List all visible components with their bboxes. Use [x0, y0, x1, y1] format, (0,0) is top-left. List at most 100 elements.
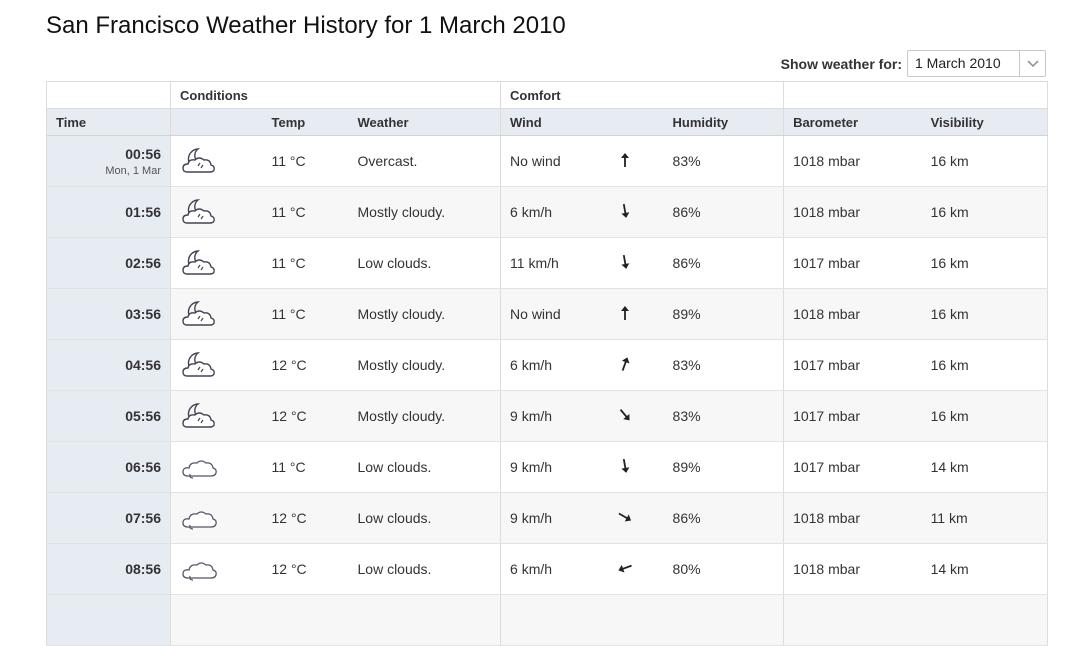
wind-direction-cell — [614, 492, 664, 544]
table-row: 00:56 Mon, 1 Mar 11 °C Overcast. No wind 83% 1… — [46, 135, 1049, 187]
barometer-cell: 1018 mbar — [783, 492, 922, 544]
time-cell: 05:56 — [46, 390, 171, 442]
wind-cell: 6 km/h — [500, 339, 615, 391]
group-header-conditions: Conditions — [169, 81, 501, 109]
wind-direction-cell — [614, 135, 664, 187]
wind-cell: 9 km/h — [500, 390, 615, 442]
time-cell: 04:56 — [46, 339, 171, 391]
col-header-temp: Temp — [262, 108, 349, 136]
temp-cell: 12 °C — [262, 543, 349, 595]
weather-cell: Overcast. — [348, 135, 501, 187]
col-header-wind: Wind — [500, 108, 615, 136]
wind-direction-arrow-icon — [615, 252, 635, 275]
group-header-comfort: Comfort — [500, 81, 784, 109]
temp-cell: 12 °C — [262, 492, 349, 544]
wind-direction-arrow-icon — [615, 201, 635, 224]
barometer-cell — [783, 594, 922, 646]
visibility-cell: 16 km — [921, 288, 1049, 340]
visibility-cell: 16 km — [921, 390, 1049, 442]
page-title: San Francisco Weather History for 1 Marc… — [46, 12, 566, 39]
wind-direction-arrow-icon — [615, 303, 635, 326]
wind-direction-arrow-icon — [615, 507, 635, 530]
humidity-cell — [663, 594, 784, 646]
col-header-time: Time — [46, 108, 171, 136]
weather-cell: Low clouds. — [348, 441, 501, 493]
weather-cell — [348, 594, 501, 646]
humidity-cell: 89% — [663, 288, 784, 340]
wind-direction-cell — [614, 441, 664, 493]
visibility-cell: 16 km — [921, 237, 1049, 289]
table-row: 05:56 12 °C Mostly cloudy. 9 km/h 83% 1017 mb… — [46, 390, 1049, 442]
table-row: 06:56 11 °C Low clouds. 9 km/h 89% 1017 mbar 1… — [46, 441, 1049, 493]
date-select-value[interactable]: 1 March 2010 — [908, 51, 1019, 76]
time-value: 05:56 — [125, 408, 161, 424]
time-value: 02:56 — [125, 255, 161, 271]
humidity-cell: 80% — [663, 543, 784, 595]
cloudy-icon — [170, 492, 263, 544]
col-header-wind-dir — [614, 108, 664, 136]
partly-cloudy-night-icon — [170, 390, 263, 442]
wind-cell: No wind — [500, 135, 615, 187]
date-select[interactable]: 1 March 2010 — [907, 50, 1046, 77]
visibility-cell: 14 km — [921, 441, 1049, 493]
group-header-empty — [46, 81, 171, 109]
weather-cell: Low clouds. — [348, 543, 501, 595]
weather-history-table: Conditions Comfort Time Temp Weather Win… — [46, 81, 1049, 646]
wind-direction-arrow-icon — [615, 456, 635, 479]
barometer-cell: 1017 mbar — [783, 237, 922, 289]
time-value: 06:56 — [125, 459, 161, 475]
wind-cell — [500, 594, 615, 646]
barometer-cell: 1018 mbar — [783, 135, 922, 187]
wind-cell: No wind — [500, 288, 615, 340]
humidity-cell: 89% — [663, 441, 784, 493]
barometer-cell: 1017 mbar — [783, 339, 922, 391]
wind-direction-cell — [614, 543, 664, 595]
table-row: 03:56 11 °C Mostly cloudy. No wind 89% 1018 m… — [46, 288, 1049, 340]
weather-cell: Mostly cloudy. — [348, 339, 501, 391]
temp-cell: 11 °C — [262, 237, 349, 289]
humidity-cell: 86% — [663, 237, 784, 289]
wind-direction-cell — [614, 339, 664, 391]
table-row: 02:56 11 °C Low clouds. 11 km/h 86% 1017 mbar… — [46, 237, 1049, 289]
temp-cell: 12 °C — [262, 339, 349, 391]
time-cell: 02:56 — [46, 237, 171, 289]
time-value: 07:56 — [125, 510, 161, 526]
wind-direction-arrow-icon — [615, 354, 635, 377]
barometer-cell: 1017 mbar — [783, 441, 922, 493]
col-header-barometer: Barometer — [783, 108, 922, 136]
chevron-down-icon[interactable] — [1019, 51, 1045, 76]
cloudy-icon — [170, 441, 263, 493]
weather-cell: Mostly cloudy. — [348, 288, 501, 340]
time-value: 00:56 — [125, 145, 161, 162]
partly-cloudy-night-icon — [170, 339, 263, 391]
temp-cell: 11 °C — [262, 186, 349, 238]
table-row: 04:56 12 °C Mostly cloudy. 6 km/h 83% 1017 mb… — [46, 339, 1049, 391]
temp-cell: 11 °C — [262, 441, 349, 493]
col-header-weather: Weather — [348, 108, 501, 136]
wind-direction-arrow-icon — [615, 150, 635, 173]
visibility-cell — [921, 594, 1049, 646]
wind-direction-arrow-icon — [615, 405, 635, 428]
barometer-cell: 1018 mbar — [783, 186, 922, 238]
time-cell: 00:56 Mon, 1 Mar — [46, 135, 171, 187]
wind-cell: 9 km/h — [500, 492, 615, 544]
barometer-cell: 1018 mbar — [783, 543, 922, 595]
show-weather-label: Show weather for: — [780, 55, 902, 72]
time-cell: 01:56 — [46, 186, 171, 238]
table-row — [46, 594, 1049, 646]
humidity-cell: 83% — [663, 339, 784, 391]
temp-cell — [262, 594, 349, 646]
wind-cell: 6 km/h — [500, 543, 615, 595]
wind-direction-cell — [614, 237, 664, 289]
weather-cell: Mostly cloudy. — [348, 186, 501, 238]
table-row: 07:56 12 °C Low clouds. 9 km/h 86% 1018 mbar 1… — [46, 492, 1049, 544]
wind-cell: 6 km/h — [500, 186, 615, 238]
time-value: 03:56 — [125, 306, 161, 322]
time-value: 08:56 — [125, 561, 161, 577]
barometer-cell: 1018 mbar — [783, 288, 922, 340]
time-date: Mon, 1 Mar — [105, 164, 161, 177]
humidity-cell: 86% — [663, 492, 784, 544]
col-header-visibility: Visibility — [921, 108, 1049, 136]
col-header-humidity: Humidity — [663, 108, 784, 136]
time-cell — [46, 594, 171, 646]
